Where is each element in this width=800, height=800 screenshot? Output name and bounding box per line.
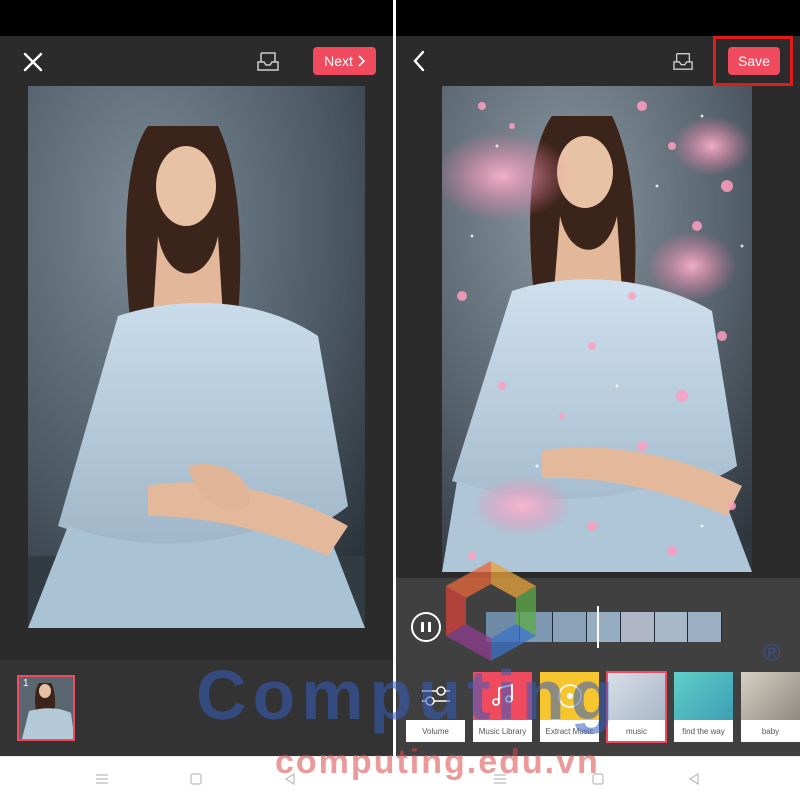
tray-icon[interactable] (670, 48, 696, 74)
left-screen: Next 1 (0, 0, 393, 756)
clip-timeline[interactable] (486, 612, 723, 642)
find-the-way-tile[interactable]: find the way (674, 672, 733, 742)
video-preview (442, 86, 752, 572)
clip-number: 1 (23, 678, 29, 689)
back-nav-icon[interactable] (280, 769, 300, 789)
disc-icon (540, 672, 599, 720)
music-options: Volume Music Library Extract Music music (406, 671, 800, 743)
close-icon[interactable] (20, 49, 46, 75)
home-icon[interactable] (588, 769, 608, 789)
album-art (674, 672, 733, 720)
left-header: Next (0, 36, 393, 86)
music-note-icon (473, 672, 532, 720)
tile-label: Extract Music (545, 726, 594, 736)
tile-label: Music Library (478, 726, 527, 736)
screenshot: Next 1 Save Volume Music Library Extract… (0, 0, 800, 800)
pause-button[interactable] (411, 612, 441, 642)
back-icon[interactable] (408, 48, 430, 74)
tile-label: find the way (682, 726, 725, 736)
right-screen: Save Volume Music Library Extract Music … (396, 0, 800, 756)
music-track-tile[interactable]: music (606, 671, 667, 743)
tile-label: Volume (422, 726, 449, 736)
extract-music-tile[interactable]: Extract Music (540, 672, 599, 742)
pause-icon (421, 622, 424, 632)
menu-icon[interactable] (92, 769, 112, 789)
system-nav-bar (0, 756, 800, 800)
menu-icon[interactable] (490, 769, 510, 789)
next-label: Next (324, 53, 353, 69)
status-bar (0, 0, 393, 36)
save-highlight-box (713, 36, 793, 86)
clip-thumbnail[interactable]: 1 (17, 675, 75, 741)
tile-label: music (626, 726, 647, 736)
tray-icon[interactable] (254, 48, 282, 74)
status-bar (396, 0, 800, 36)
home-icon[interactable] (186, 769, 206, 789)
tile-label: baby (761, 726, 780, 736)
sliders-icon (406, 672, 465, 720)
next-button[interactable]: Next (313, 47, 376, 75)
baby-tile[interactable]: baby (741, 672, 800, 742)
album-art (741, 672, 800, 720)
timeline-playhead[interactable] (597, 606, 599, 648)
album-art (607, 672, 666, 720)
music-library-tile[interactable]: Music Library (473, 672, 532, 742)
chevron-right-icon (358, 55, 365, 67)
back-nav-icon[interactable] (684, 769, 704, 789)
volume-tile[interactable]: Volume (406, 672, 465, 742)
photo-preview (28, 86, 365, 628)
